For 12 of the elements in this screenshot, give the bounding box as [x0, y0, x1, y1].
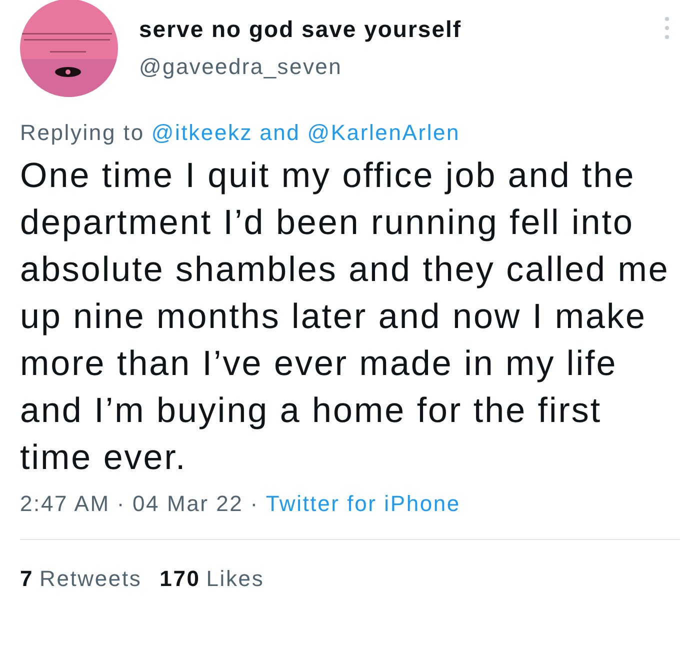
stat-link[interactable]: 7 Retweets [20, 566, 142, 592]
replying-label: Replying to [20, 120, 144, 146]
author-handle[interactable]: @gaveedra_seven [139, 54, 664, 80]
stat-link[interactable]: 170 Likes [160, 566, 264, 592]
tweet-time: 2:47 AM [20, 491, 110, 517]
separator: · [116, 491, 126, 517]
tweet-date: 04 Mar 22 [132, 491, 244, 517]
tweet-text: One time I quit my office job and the department I’d been running fell into absolute shambles and they called me up nine months later and now I make more than I’ve ever made in my life and I’m buying a home for the first time ever. [20, 155, 670, 479]
joiner-text: and [260, 120, 300, 146]
more-icon[interactable] [664, 16, 670, 40]
separator: · [250, 491, 259, 517]
author-name[interactable]: serve no god save yourself [139, 16, 664, 43]
